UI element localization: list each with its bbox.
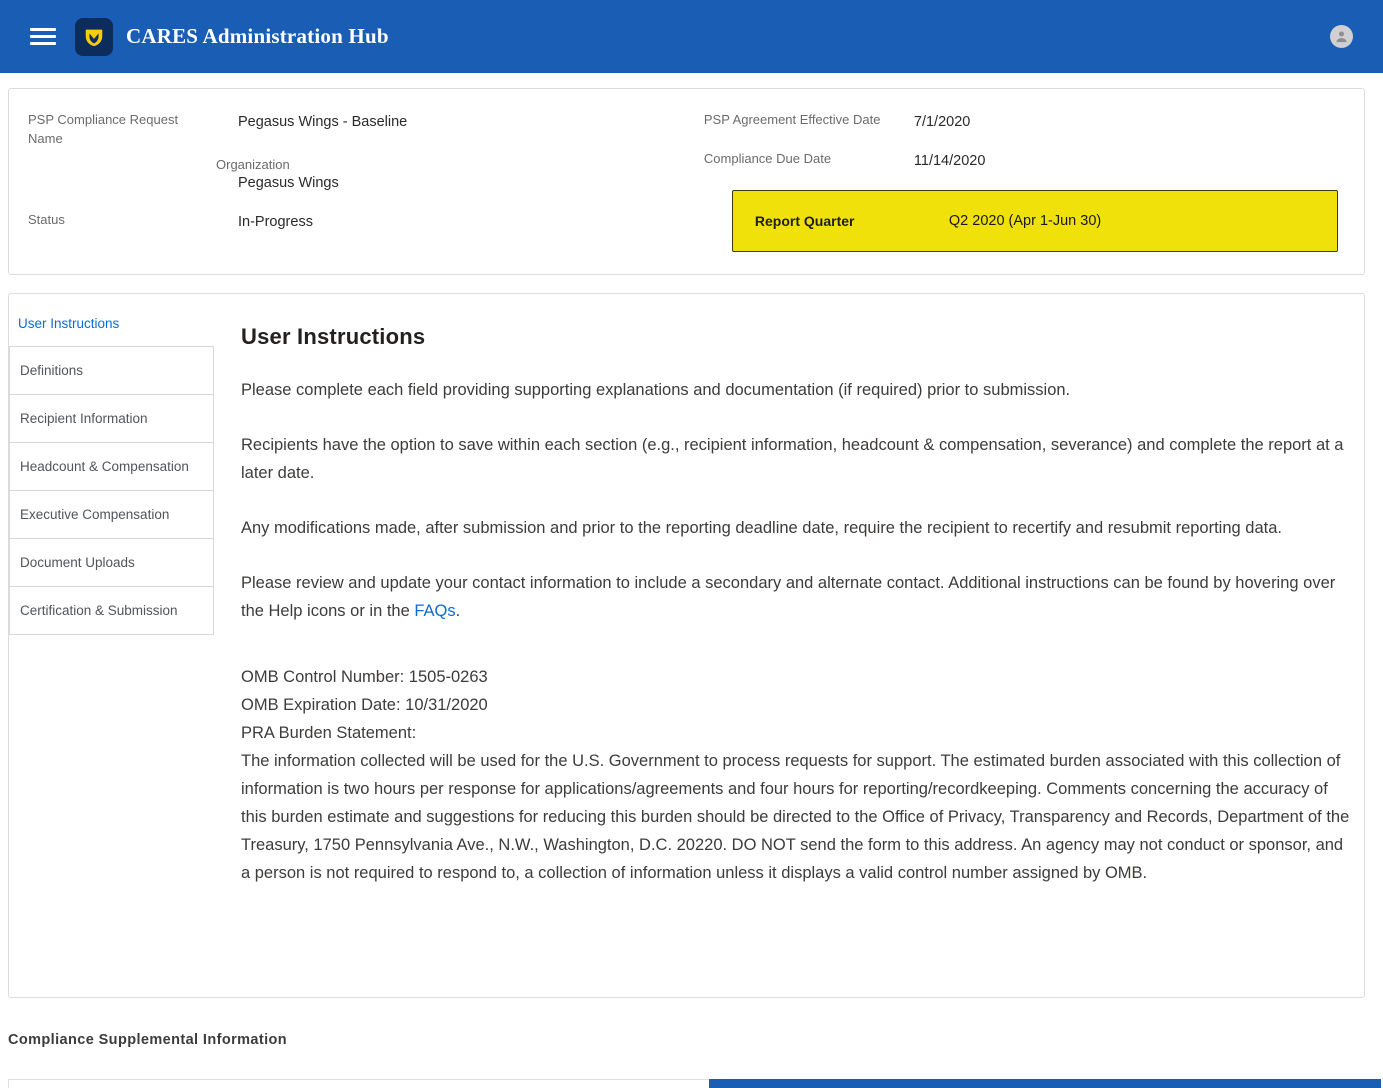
partial-section-header-bar [709,1079,1381,1088]
status-field: Status In-Progress [28,211,670,232]
nav-item-executive-compensation[interactable]: Executive Compensation [9,490,214,539]
instruction-paragraph-1: Please complete each field providing sup… [241,376,1350,404]
effective-date-label: PSP Agreement Effective Date [704,111,914,132]
nav-item-user-instructions[interactable]: User Instructions [9,310,215,347]
partial-next-section [8,1079,1381,1088]
user-avatar-icon[interactable] [1330,25,1353,48]
due-date-field: Compliance Due Date 11/14/2020 [704,150,1338,171]
paragraph-text-after-link: . [456,602,461,620]
faqs-link[interactable]: FAQs [414,602,455,620]
status-label: Status [28,211,238,232]
nav-item-definitions[interactable]: Definitions [9,346,214,395]
effective-date-value: 7/1/2020 [914,111,970,132]
organization-value: Pegasus Wings [238,175,670,191]
status-value: In-Progress [238,211,313,232]
app-logo-icon [75,18,113,56]
app-header: CARES Administration Hub [0,0,1383,73]
organization-label: Organization [216,157,670,172]
due-date-label: Compliance Due Date [704,150,914,171]
summary-right-column: PSP Agreement Effective Date 7/1/2020 Co… [670,111,1338,252]
compliance-summary-card: PSP Compliance Request Name Pegasus Wing… [8,88,1365,275]
app-title: CARES Administration Hub [126,24,389,49]
instructions-content: User Instructions Please complete each f… [241,324,1350,887]
effective-date-field: PSP Agreement Effective Date 7/1/2020 [704,111,1338,132]
instruction-paragraph-2: Recipients have the option to save withi… [241,431,1350,487]
section-nav: User Instructions Definitions Recipient … [9,310,215,635]
instruction-paragraph-4: Please review and update your contact in… [241,569,1350,625]
report-quarter-label: Report Quarter [755,213,949,229]
main-panel: User Instructions Definitions Recipient … [8,293,1365,998]
request-name-field: PSP Compliance Request Name Pegasus Wing… [28,111,670,149]
request-name-label: PSP Compliance Request Name [28,111,238,149]
omb-expiration-date: OMB Expiration Date: 10/31/2020 [241,691,1350,719]
organization-field: Organization Pegasus Wings [216,157,670,191]
report-quarter-highlight: Report Quarter Q2 2020 (Apr 1-Jun 30) [732,190,1338,252]
due-date-value: 11/14/2020 [914,150,986,171]
nav-item-recipient-information[interactable]: Recipient Information [9,394,214,443]
nav-item-certification-submission[interactable]: Certification & Submission [9,586,214,635]
paragraph-text-before-link: Please review and update your contact in… [241,574,1335,620]
hamburger-menu-icon[interactable] [30,24,56,49]
request-name-value: Pegasus Wings - Baseline [238,111,407,149]
omb-statement-block: OMB Control Number: 1505-0263 OMB Expira… [241,663,1350,887]
content-title: User Instructions [241,324,1350,350]
pra-burden-text: The information collected will be used f… [241,747,1350,887]
report-quarter-value: Q2 2020 (Apr 1-Jun 30) [949,213,1101,229]
summary-left-column: PSP Compliance Request Name Pegasus Wing… [28,111,670,252]
nav-item-document-uploads[interactable]: Document Uploads [9,538,214,587]
pra-burden-label: PRA Burden Statement: [241,719,1350,747]
omb-control-number: OMB Control Number: 1505-0263 [241,663,1350,691]
nav-item-headcount-compensation[interactable]: Headcount & Compensation [9,442,214,491]
instruction-paragraph-3: Any modifications made, after submission… [241,514,1350,542]
supplemental-section-title: Compliance Supplemental Information [8,1032,1383,1048]
